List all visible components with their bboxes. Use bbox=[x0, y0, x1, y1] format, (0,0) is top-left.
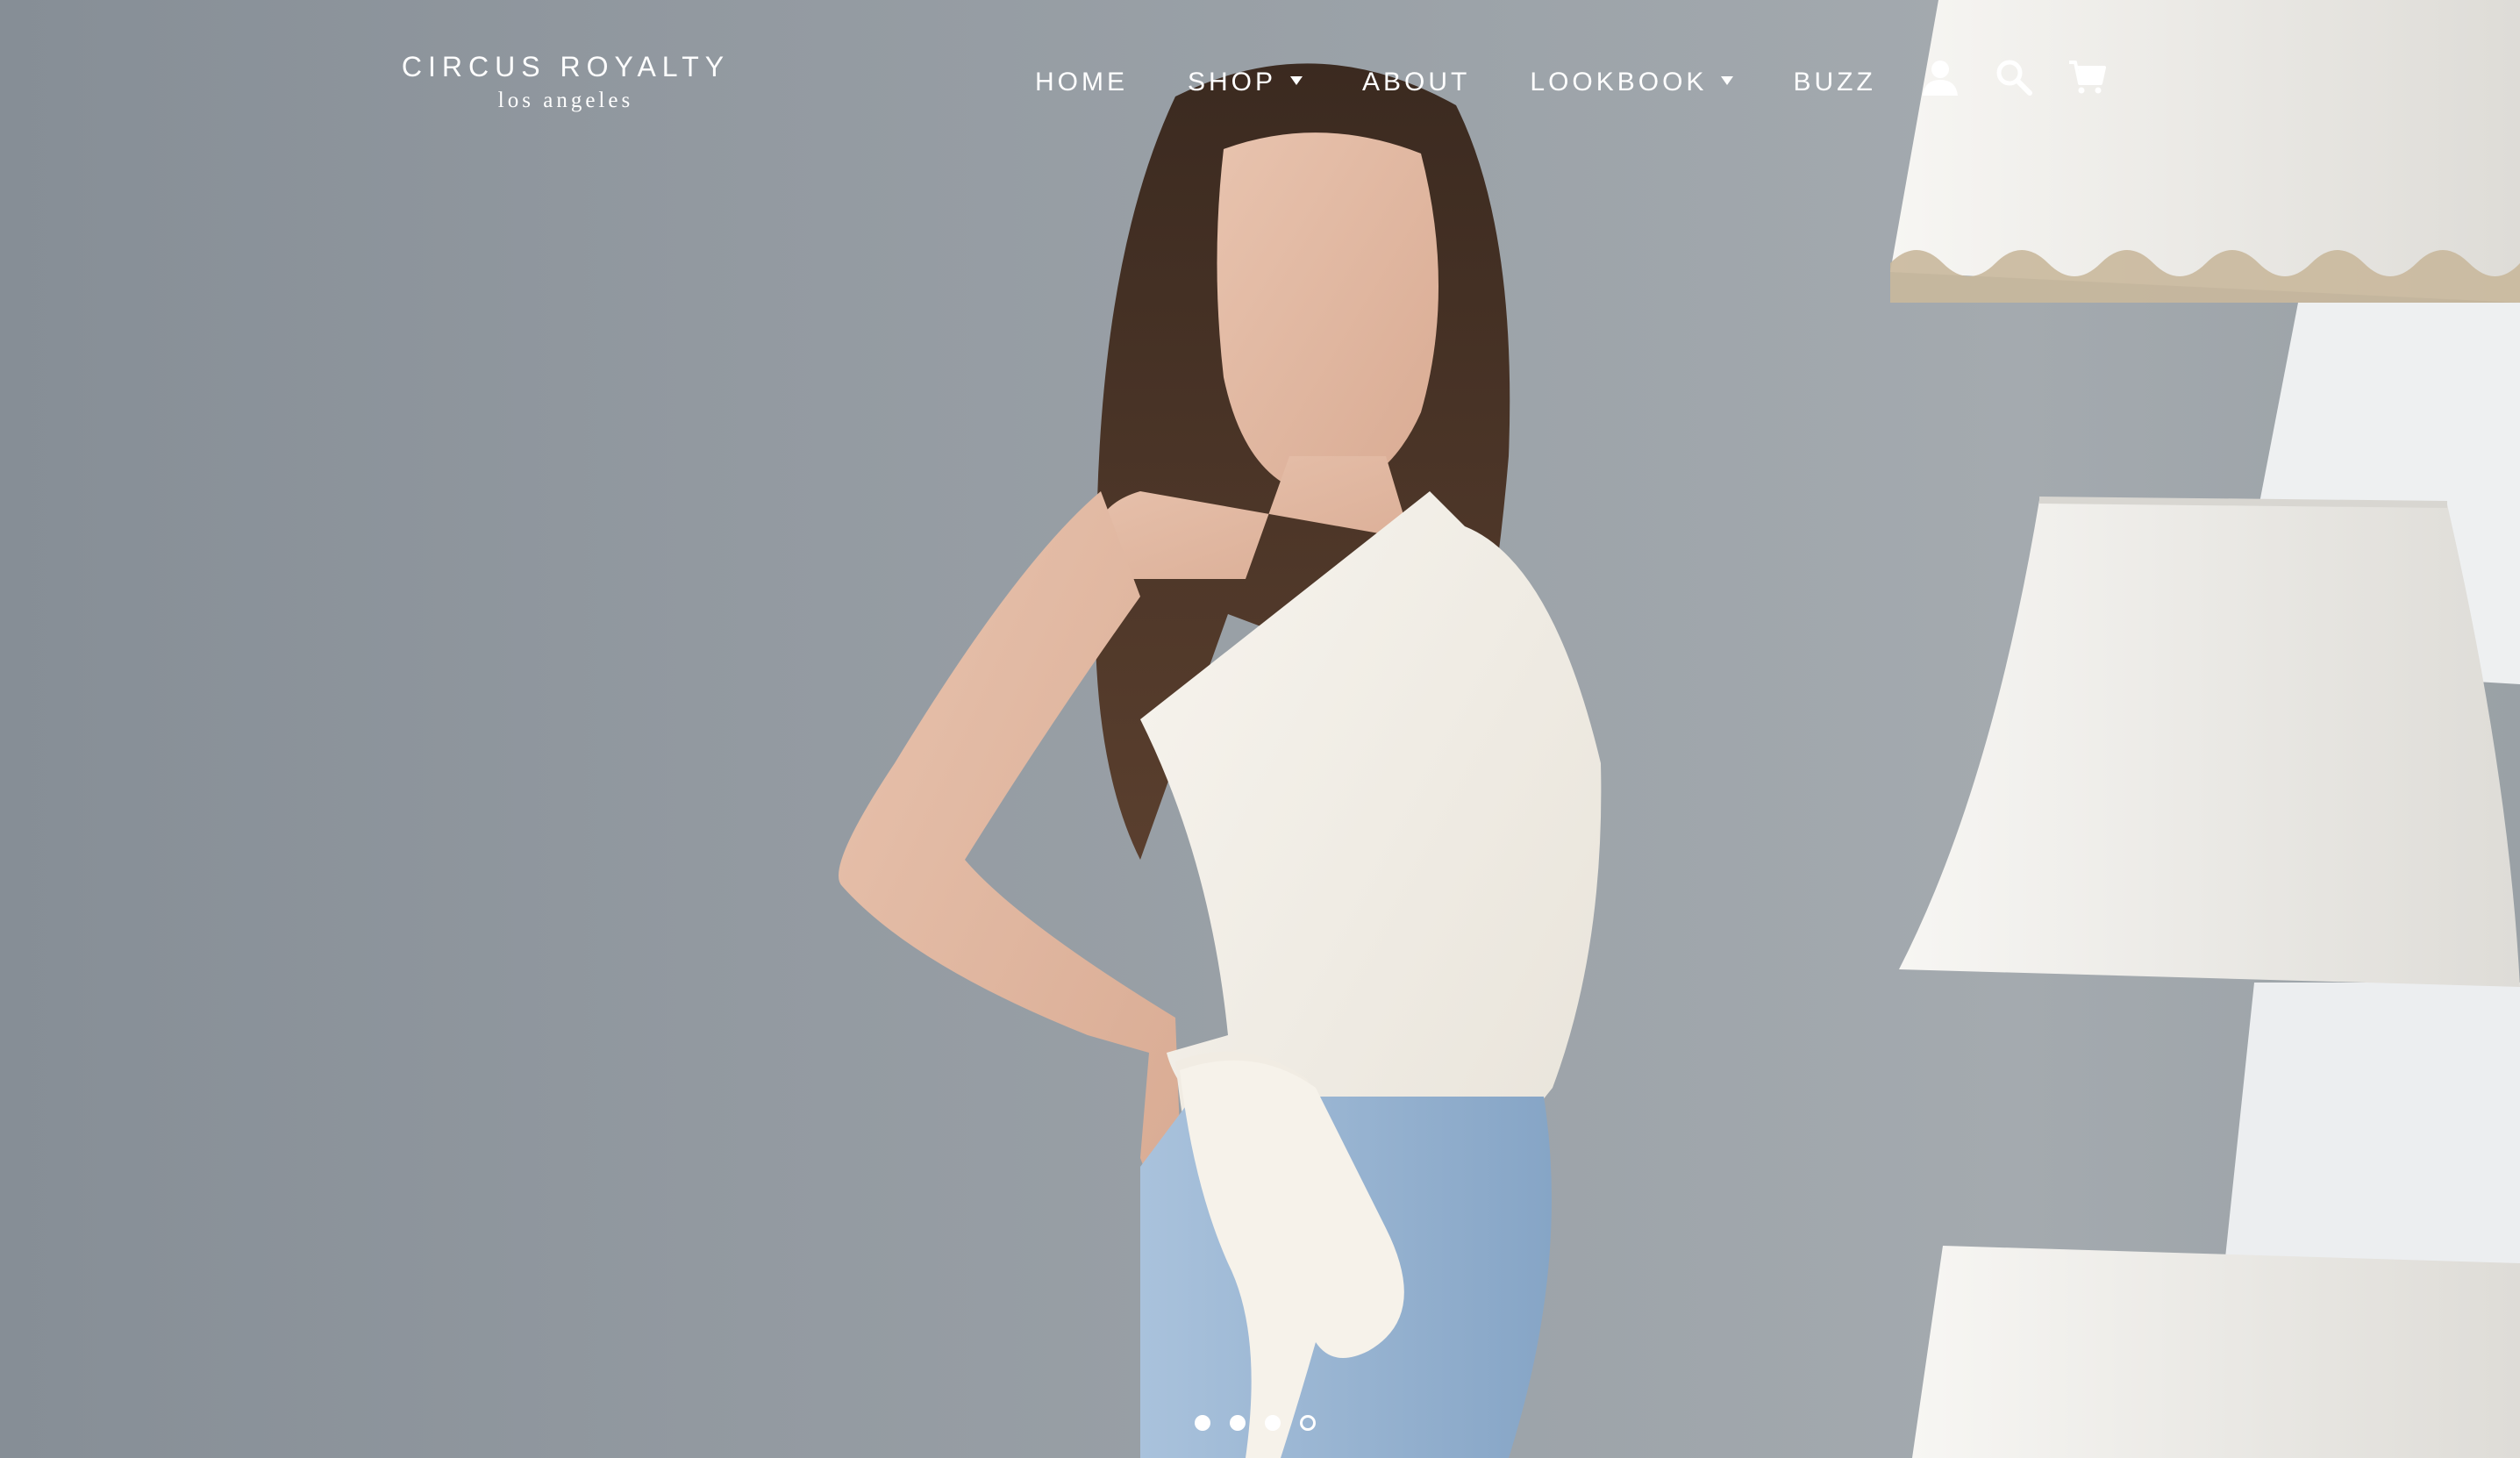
nav-item-label: HOME bbox=[1035, 68, 1128, 96]
caret-down-icon bbox=[1290, 76, 1303, 85]
hero-slideshow: CIRCUS ROYALTY los angeles HOME SHOP ABO… bbox=[0, 0, 2520, 1458]
slide-dot-1[interactable] bbox=[1195, 1415, 1210, 1431]
cart-icon bbox=[2069, 61, 2106, 94]
site-header: CIRCUS ROYALTY los angeles HOME SHOP ABO… bbox=[0, 0, 2520, 158]
cart-button[interactable] bbox=[2065, 54, 2110, 100]
nav-item-buzz[interactable]: BUZZ bbox=[1793, 68, 1875, 97]
nav-item-label: SHOP bbox=[1188, 68, 1277, 96]
nav-item-about[interactable]: ABOUT bbox=[1362, 68, 1470, 97]
lampshade-middle bbox=[1899, 497, 2520, 987]
header-icons bbox=[1917, 54, 2138, 100]
search-button[interactable] bbox=[1991, 54, 2037, 100]
brand-tagline: los angeles bbox=[497, 89, 634, 112]
slide-dot-2[interactable] bbox=[1230, 1415, 1246, 1431]
slideshow-pagination bbox=[1195, 1415, 1335, 1431]
lampshade-bottom bbox=[1912, 1246, 2520, 1458]
slide-dot-4-active[interactable] bbox=[1300, 1415, 1316, 1431]
main-nav: HOME SHOP ABOUT LOOKBOOK BUZZ bbox=[1035, 65, 1936, 100]
brand-logo[interactable]: CIRCUS ROYALTY los angeles bbox=[386, 51, 746, 113]
arm bbox=[839, 491, 1180, 1228]
nav-item-label: ABOUT bbox=[1362, 68, 1471, 96]
caret-down-icon bbox=[1721, 76, 1734, 85]
face bbox=[1217, 132, 1438, 497]
account-icon bbox=[1923, 61, 1958, 96]
nav-item-shop[interactable]: SHOP bbox=[1188, 68, 1303, 97]
search-icon bbox=[1996, 60, 2032, 96]
slide-dot-3[interactable] bbox=[1265, 1415, 1281, 1431]
nav-item-lookbook[interactable]: LOOKBOOK bbox=[1530, 68, 1734, 97]
account-button[interactable] bbox=[1917, 54, 1963, 100]
nav-item-label: BUZZ bbox=[1793, 68, 1876, 96]
nav-item-home[interactable]: HOME bbox=[1035, 68, 1128, 97]
nav-item-label: LOOKBOOK bbox=[1530, 68, 1708, 96]
hero-image bbox=[839, 0, 2520, 1458]
brand-name: CIRCUS ROYALTY bbox=[401, 51, 731, 82]
